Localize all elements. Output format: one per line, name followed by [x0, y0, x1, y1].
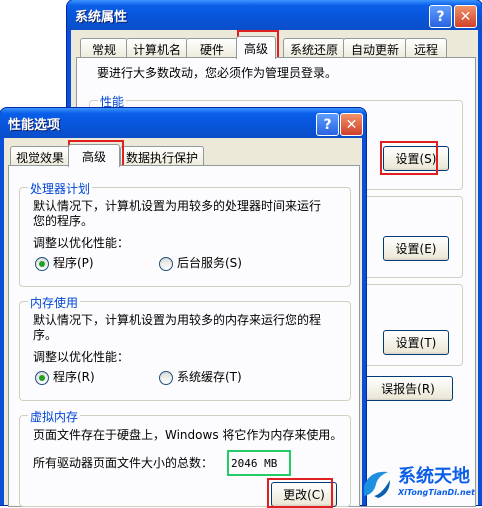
watermark-url: XiTongTianDi.net [398, 488, 475, 497]
memory-cache-label[interactable]: 系统缓存(T) [177, 370, 242, 385]
watermark-logo: 系统天地 XiTongTianDi.net [360, 460, 480, 504]
performance-options-titlebar[interactable]: 性能选项 ? ✕ [0, 108, 366, 138]
help-icon: ? [323, 116, 332, 133]
memory-desc-line1: 默认情况下，计算机设置为用较多的内存来运行您的程 [33, 313, 322, 327]
settings-button-highlight [380, 141, 438, 175]
help-button[interactable]: ? [429, 5, 452, 28]
close-icon: ✕ [459, 8, 472, 25]
perf-help-button[interactable]: ? [316, 113, 339, 136]
processor-scheduling-title: 处理器计划 [28, 180, 93, 197]
user-profiles-settings-button[interactable]: 设置(E) [383, 236, 449, 261]
tab-dep[interactable]: 数据执行保护 [120, 146, 204, 167]
memory-usage-title: 内存使用 [28, 294, 81, 311]
memory-programs-label[interactable]: 程序(R) [53, 370, 95, 385]
tab-system-restore[interactable]: 系统还原 [283, 38, 345, 59]
system-properties-titlebar[interactable]: 系统属性 ? ✕ [67, 0, 482, 30]
memory-programs-radio[interactable] [35, 371, 49, 385]
system-properties-title: 系统属性 [75, 10, 128, 25]
virtual-memory-desc: 页面文件存在于硬盘上，Windows 将它作为内存来使用。 [33, 428, 343, 442]
memory-optimize-label: 调整以优化性能： [33, 350, 130, 364]
performance-options-window: 性能选项 ? ✕ 视觉效果 高级 数据执行保护 处理器计划 默认情况下，计算机设… [0, 108, 366, 508]
startup-settings-button[interactable]: 设置(T) [383, 330, 449, 355]
tab-hardware[interactable]: 硬件 [186, 38, 238, 59]
perf-close-button[interactable]: ✕ [340, 113, 363, 136]
paging-total-highlight [227, 450, 291, 476]
processor-optimize-label: 调整以优化性能： [33, 236, 130, 250]
processor-desc-line2: 您的程序。 [33, 214, 94, 228]
processor-programs-radio[interactable] [35, 257, 49, 271]
close-button[interactable]: ✕ [454, 5, 477, 28]
tab-auto-update[interactable]: 自动更新 [343, 38, 407, 59]
processor-background-radio[interactable] [159, 257, 173, 271]
tab-computer-name[interactable]: 计算机名 [126, 38, 188, 59]
performance-options-title: 性能选项 [8, 118, 61, 133]
memory-desc-line2: 序。 [33, 328, 58, 342]
tab-perf-advanced[interactable]: 高级 [68, 144, 120, 167]
close-icon: ✕ [345, 116, 358, 133]
memory-cache-radio[interactable] [159, 371, 173, 385]
watermark-brand: 系统天地 [398, 466, 470, 487]
help-icon: ? [436, 8, 445, 25]
performance-advanced-panel: 处理器计划 默认情况下，计算机设置为用较多的处理器时间来运行 您的程序。 调整以… [8, 165, 360, 508]
error-reporting-button[interactable]: 误报告(R) [363, 376, 453, 401]
virtual-memory-title: 虚拟内存 [28, 408, 81, 425]
admin-notice: 要进行大多数改动，您必须作为管理员登录。 [97, 66, 338, 80]
processor-background-label[interactable]: 后台服务(S) [177, 256, 242, 271]
brand-logo-icon [364, 471, 390, 498]
tab-visual-effects[interactable]: 视觉效果 [10, 146, 70, 167]
performance-options-client: 视觉效果 高级 数据执行保护 处理器计划 默认情况下，计算机设置为用较多的处理器… [4, 138, 362, 508]
tab-remote[interactable]: 远程 [405, 38, 447, 59]
change-button-highlight [267, 478, 333, 508]
tab-general[interactable]: 常规 [80, 38, 128, 59]
paging-total-label: 所有驱动器页面文件大小的总数： [33, 456, 214, 470]
processor-programs-label[interactable]: 程序(P) [53, 256, 94, 271]
tab-advanced[interactable]: 高级 [236, 36, 276, 59]
processor-desc-line1: 默认情况下，计算机设置为用较多的处理器时间来运行 [33, 199, 322, 213]
